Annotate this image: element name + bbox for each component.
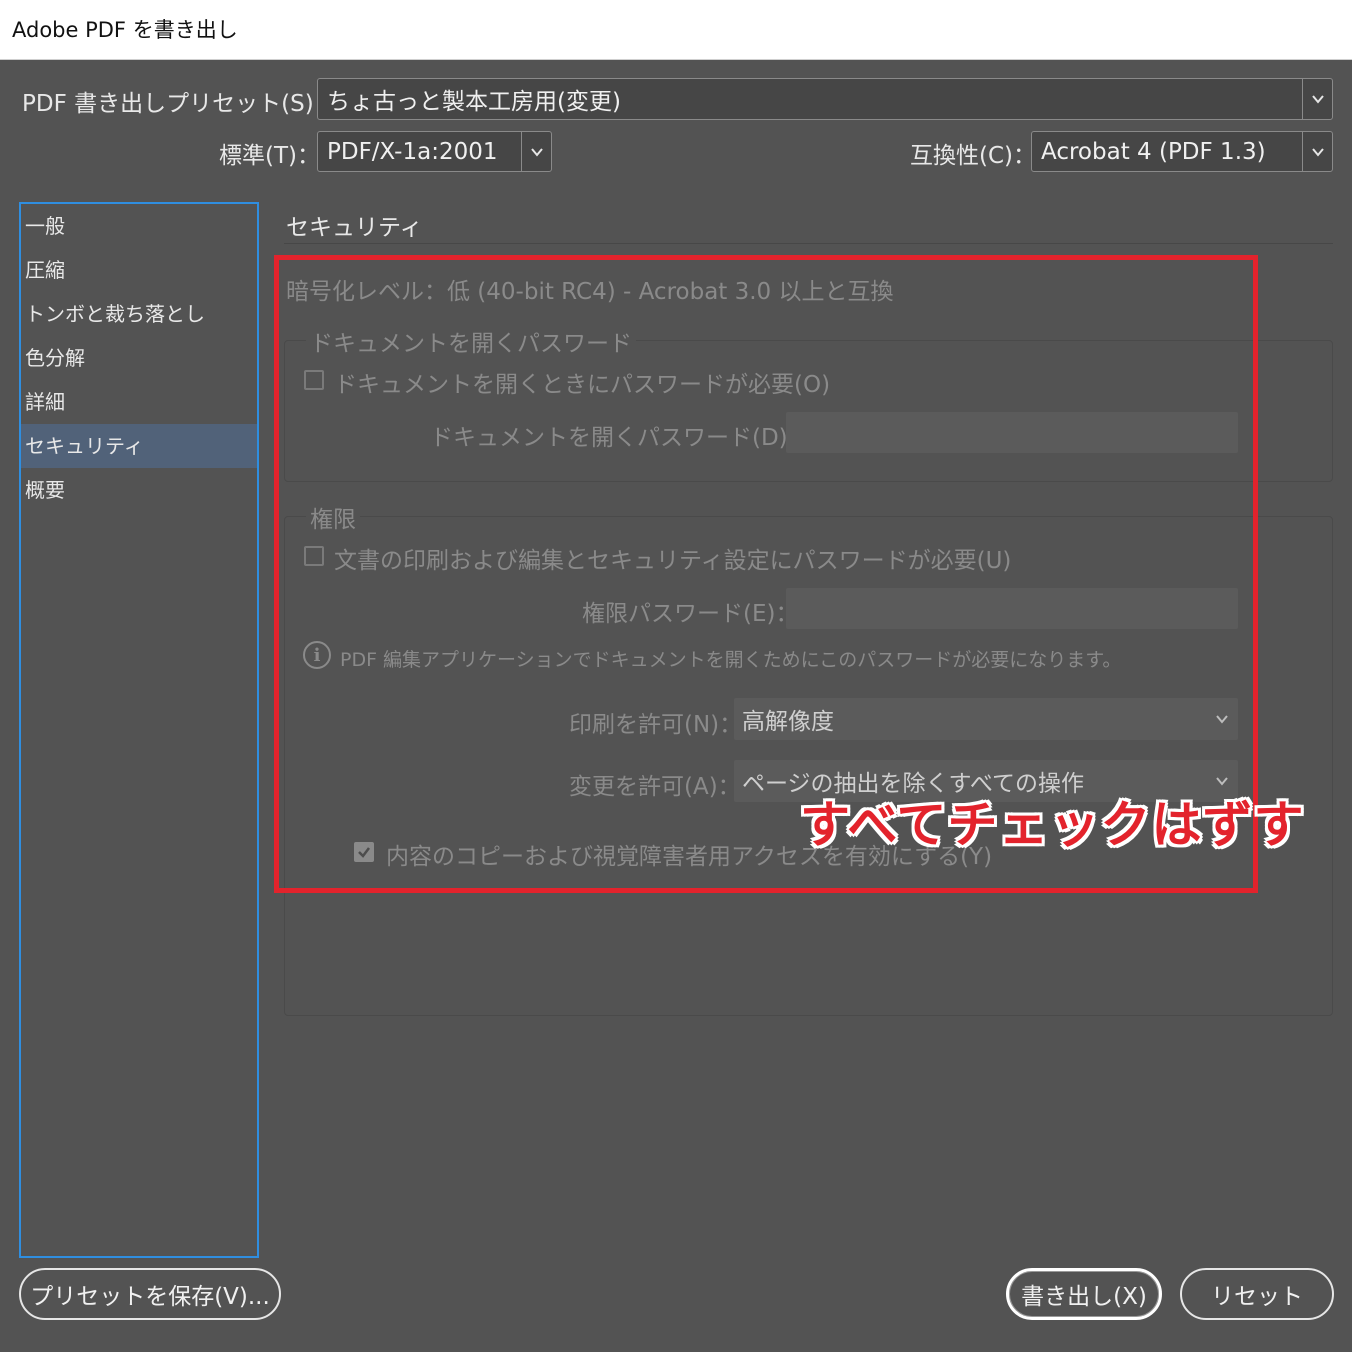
chevron-down-icon bbox=[521, 132, 551, 171]
standard-value: PDF/X-1a:2001 bbox=[327, 138, 498, 165]
annotation-text: すべてチェックはずす bbox=[800, 796, 1305, 854]
sidebar-item-marks-bleeds[interactable]: トンボと裁ち落とし bbox=[21, 292, 257, 336]
window-title: Adobe PDF を書き出し bbox=[0, 0, 1352, 60]
preset-value: ちょ古っと製本工房用(変更) bbox=[327, 89, 621, 115]
compat-select[interactable]: Acrobat 4 (PDF 1.3) bbox=[1031, 131, 1333, 172]
export-button[interactable]: 書き出し(X) bbox=[1006, 1268, 1162, 1320]
section-title: セキュリティ bbox=[286, 215, 423, 241]
section-divider bbox=[284, 243, 1333, 244]
chevron-down-icon bbox=[1302, 79, 1332, 119]
category-sidebar: 一般 圧縮 トンボと裁ち落とし 色分解 詳細 セキュリティ 概要 bbox=[19, 202, 259, 1258]
preset-select[interactable]: ちょ古っと製本工房用(変更) bbox=[317, 78, 1333, 120]
preset-label: PDF 書き出しプリセット(S)： bbox=[22, 91, 337, 117]
compat-value: Acrobat 4 (PDF 1.3) bbox=[1041, 138, 1266, 165]
standard-select[interactable]: PDF/X-1a:2001 bbox=[317, 131, 552, 172]
reset-button[interactable]: リセット bbox=[1180, 1268, 1334, 1320]
sidebar-item-advanced[interactable]: 詳細 bbox=[21, 380, 257, 424]
chevron-down-icon bbox=[1302, 132, 1332, 171]
sidebar-item-summary[interactable]: 概要 bbox=[21, 468, 257, 512]
standard-label: 標準(T)： bbox=[219, 143, 320, 169]
save-preset-button[interactable]: プリセットを保存(V)... bbox=[19, 1268, 281, 1320]
sidebar-item-output[interactable]: 色分解 bbox=[21, 336, 257, 380]
sidebar-item-compression[interactable]: 圧縮 bbox=[21, 248, 257, 292]
compat-label: 互換性(C)： bbox=[910, 143, 1037, 169]
sidebar-item-security[interactable]: セキュリティ bbox=[21, 424, 257, 468]
export-dialog: PDF 書き出しプリセット(S)： ちょ古っと製本工房用(変更) 標準(T)： … bbox=[0, 60, 1352, 1352]
sidebar-item-general[interactable]: 一般 bbox=[21, 204, 257, 248]
